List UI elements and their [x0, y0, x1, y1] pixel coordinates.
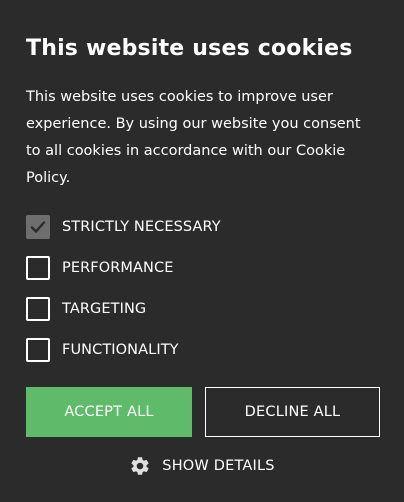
checkmark-icon	[30, 221, 46, 233]
option-strictly-necessary: STRICTLY NECESSARY	[26, 214, 378, 240]
show-details-label[interactable]: SHOW DETAILS	[162, 458, 274, 474]
show-details-link[interactable]: SHOW DETAILS	[0, 453, 404, 479]
banner-title: This website uses cookies	[26, 36, 353, 61]
strictly-necessary-checkbox	[26, 215, 50, 239]
option-performance[interactable]: PERFORMANCE	[26, 255, 378, 281]
targeting-checkbox[interactable]	[26, 297, 50, 321]
decline-all-button[interactable]: DECLINE ALL	[205, 387, 380, 437]
banner-description: This website uses cookies to improve use…	[26, 89, 361, 186]
functionality-checkbox[interactable]	[26, 338, 50, 362]
accept-all-button[interactable]: ACCEPT ALL	[26, 387, 192, 437]
strictly-necessary-label: STRICTLY NECESSARY	[62, 219, 221, 235]
performance-label[interactable]: PERFORMANCE	[62, 260, 173, 276]
functionality-label[interactable]: FUNCTIONALITY	[62, 342, 179, 358]
targeting-label[interactable]: TARGETING	[62, 301, 146, 317]
performance-checkbox[interactable]	[26, 256, 50, 280]
cookie-options-list: STRICTLY NECESSARY PERFORMANCE TARGETING…	[26, 214, 378, 378]
cookie-consent-banner: This website uses cookies This website u…	[0, 0, 404, 502]
option-targeting[interactable]: TARGETING	[26, 296, 378, 322]
option-functionality[interactable]: FUNCTIONALITY	[26, 337, 378, 363]
gear-icon	[131, 457, 149, 475]
